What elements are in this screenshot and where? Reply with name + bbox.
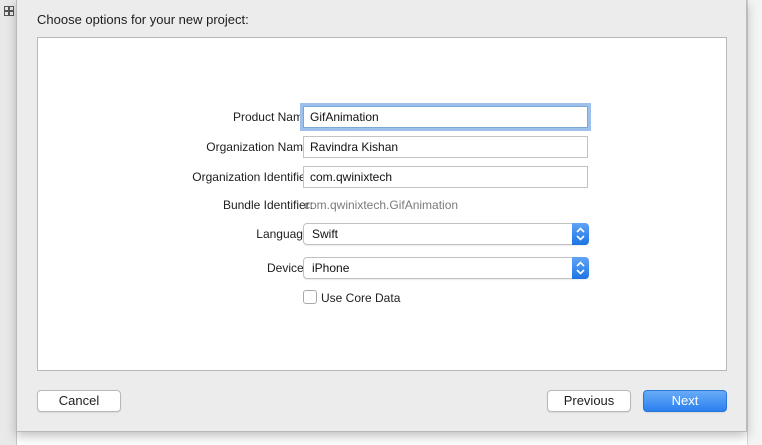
use-core-data-row: Use Core Data (38, 288, 728, 312)
devices-selected-value: iPhone (312, 261, 350, 275)
devices-select[interactable]: iPhone (303, 257, 589, 279)
organization-name-row: Organization Name: Ravindra Kishan (38, 136, 728, 160)
language-select[interactable]: Swift (303, 223, 589, 245)
previous-button[interactable]: Previous (547, 390, 631, 412)
organization-name-label: Organization Name: (206, 140, 313, 154)
background-window-left-edge (0, 0, 17, 445)
language-row: Language: Swift (38, 223, 728, 247)
product-name-field[interactable]: GifAnimation (303, 106, 588, 128)
organization-identifier-row: Organization Identifier: com.qwinixtech (38, 166, 728, 190)
window-grid-icon (4, 6, 14, 16)
organization-identifier-field[interactable]: com.qwinixtech (303, 166, 588, 188)
next-button[interactable]: Next (643, 390, 727, 412)
updown-chevron-icon (572, 223, 589, 245)
use-core-data-checkbox[interactable] (303, 290, 317, 304)
devices-row: Devices: iPhone (38, 257, 728, 281)
bundle-identifier-row: Bundle Identifier: com.qwinixtech.GifAni… (38, 194, 728, 218)
cancel-button[interactable]: Cancel (37, 390, 121, 412)
new-project-options-sheet: Choose options for your new project: Pro… (16, 0, 747, 432)
sheet-title: Choose options for your new project: (37, 12, 249, 27)
language-selected-value: Swift (312, 227, 339, 241)
organization-name-field[interactable]: Ravindra Kishan (303, 136, 588, 158)
options-panel: Product Name: GifAnimation Organization … (37, 37, 727, 371)
use-core-data-label[interactable]: Use Core Data (321, 291, 400, 305)
bundle-identifier-label: Bundle Identifier: (222, 198, 313, 212)
product-name-row: Product Name: GifAnimation (38, 106, 728, 130)
product-name-label: Product Name: (232, 110, 313, 124)
background-window-right-edge (747, 0, 762, 445)
bundle-identifier-value: com.qwinixtech.GifAnimation (304, 198, 459, 212)
updown-chevron-icon (572, 257, 589, 279)
organization-identifier-label: Organization Identifier: (192, 170, 313, 184)
